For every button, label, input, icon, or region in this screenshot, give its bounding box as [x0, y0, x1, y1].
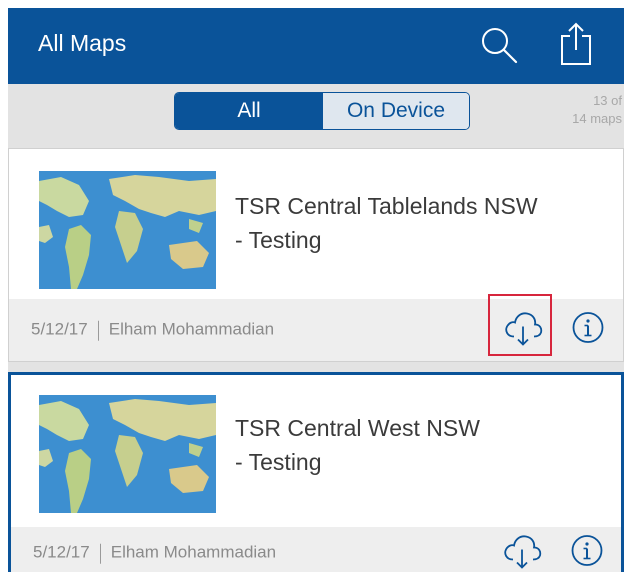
page-title: All Maps — [38, 30, 127, 56]
info-icon[interactable] — [571, 311, 605, 350]
tab-on-device[interactable]: On Device — [323, 93, 469, 129]
app-frame: All Maps All On Device 13 of 14 maps TSR… — [8, 8, 624, 572]
share-icon[interactable] — [556, 20, 596, 66]
map-date: 5/12/17 — [31, 319, 88, 339]
map-title: TSR Central Tablelands NSW - Testing — [235, 189, 605, 257]
map-title-line1: TSR Central Tablelands NSW — [235, 193, 538, 219]
tab-all[interactable]: All — [175, 93, 323, 129]
map-title-line2: - Testing — [235, 449, 322, 475]
card-footer: 5/12/17 Elham Mohammadian — [11, 527, 621, 572]
search-icon[interactable] — [478, 24, 520, 66]
map-meta: 5/12/17 Elham Mohammadian — [31, 320, 274, 341]
cloud-download-icon[interactable] — [502, 532, 542, 573]
map-count: 13 of 14 maps — [572, 92, 622, 128]
map-card-selected[interactable]: TSR Central West NSW - Testing 5/12/17 El… — [8, 372, 624, 572]
map-date: 5/12/17 — [33, 542, 90, 562]
filter-segmented-control: All On Device — [174, 92, 470, 130]
map-count-line1: 13 of — [593, 93, 622, 108]
map-owner: Elham Mohammadian — [110, 542, 277, 562]
map-meta: 5/12/17 Elham Mohammadian — [33, 543, 276, 564]
download-highlight-box — [488, 294, 552, 356]
meta-divider — [97, 320, 99, 341]
map-title: TSR Central West NSW - Testing — [235, 411, 605, 479]
map-owner: Elham Mohammadian — [108, 319, 275, 339]
map-thumbnail — [39, 171, 216, 289]
nav-bar: All Maps — [8, 8, 624, 84]
map-title-line2: - Testing — [235, 227, 322, 253]
info-icon[interactable] — [570, 534, 604, 573]
meta-divider — [99, 543, 101, 564]
map-thumbnail — [39, 395, 216, 513]
map-count-line2: 14 maps — [572, 111, 622, 126]
map-title-line1: TSR Central West NSW — [235, 415, 480, 441]
